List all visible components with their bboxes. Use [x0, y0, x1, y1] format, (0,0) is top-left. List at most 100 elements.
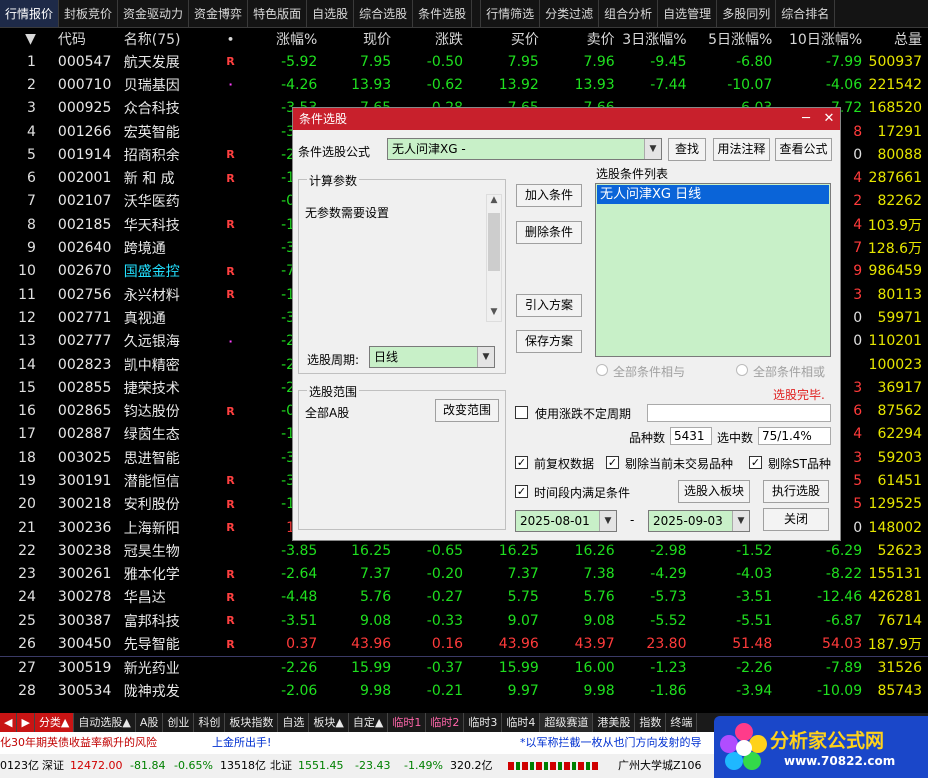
table-row[interactable]: 23 300261 雅本化学 R -2.64 7.37 -0.20 7.37 7.38 -4.29… [0, 563, 928, 586]
bottom-tab-5[interactable]: 创业 [163, 713, 195, 732]
ticker-right[interactable]: *以军称拦截一枚从也门方向发射的导 [520, 732, 702, 754]
top-tab-13[interactable]: 综合排名 [776, 0, 836, 27]
col-vol[interactable]: 总量 [862, 29, 928, 49]
bottom-tab-14[interactable]: 临时4 [502, 713, 541, 732]
col-pct[interactable]: 涨幅% [248, 29, 317, 49]
condition-list[interactable]: 无人问津XG 日线 [595, 183, 831, 357]
bottom-tab-18[interactable]: 终端 [666, 713, 698, 732]
table-row[interactable]: 25 300387 富邦科技 R -3.51 9.08 -0.33 9.07 9.08 -5.52… [0, 609, 928, 632]
top-tab-10[interactable]: 组合分析 [599, 0, 659, 27]
bottom-tab-16[interactable]: 港美股 [593, 713, 636, 732]
top-tab-1[interactable]: 封板竞价 [59, 0, 119, 27]
top-tab-8[interactable]: 行情筛选 [480, 0, 541, 27]
radio-or[interactable] [736, 364, 748, 376]
use-period-checkbox[interactable] [515, 406, 528, 419]
to-block-button[interactable]: 选股入板块 [678, 480, 750, 503]
row-index: 14 [18, 356, 36, 373]
ticker-left[interactable]: 化30年期英债收益率飙升的风险 [0, 732, 157, 754]
top-tab-6[interactable]: 综合选股 [354, 0, 414, 27]
bottom-tab-7[interactable]: 板块指数 [225, 713, 279, 732]
table-row[interactable]: 22 300238 冠昊生物 -3.85 16.25 -0.65 16.25 16.26 -2.… [0, 539, 928, 562]
pct-5d: -5.51 [736, 612, 773, 629]
col-3d[interactable]: 3日涨幅% [615, 29, 686, 49]
col-name[interactable]: 名称(75) [124, 29, 214, 49]
bottom-tab-17[interactable]: 指数 [635, 713, 667, 732]
table-row[interactable]: 26 300450 先导智能 R 0.37 43.96 0.16 43.96 43.97 23.8… [0, 632, 928, 655]
bottom-tab-1[interactable]: ▶ [17, 713, 35, 732]
view-formula-button[interactable]: 查看公式 [775, 138, 832, 161]
top-tab-12[interactable]: 多股同列 [717, 0, 777, 27]
bottom-tab-10[interactable]: 自定▲ [349, 713, 389, 732]
scroll-thumb[interactable] [488, 213, 500, 271]
bottom-tab-15[interactable]: 超级赛道 [540, 713, 594, 732]
top-tab-9[interactable]: 分类过滤 [540, 0, 600, 27]
top-tab-5[interactable]: 自选股 [307, 0, 355, 27]
stock-name: 安利股份 [123, 497, 180, 514]
top-tab-2[interactable]: 资金驱动力 [118, 0, 190, 27]
chevron-down-icon[interactable]: ▼ [599, 511, 616, 531]
close-button[interactable]: 关闭 [763, 508, 829, 531]
bottom-tab-9[interactable]: 板块▲ [309, 713, 349, 732]
bottom-tab-6[interactable]: 科创 [194, 713, 226, 732]
top-tab-0[interactable]: 行情报价 [0, 0, 60, 27]
fq-checkbox[interactable]: ✓ [515, 456, 528, 469]
minimize-icon[interactable]: ─ [795, 108, 817, 130]
location: 广州大学城Z106 [618, 759, 702, 772]
bottom-tab-2[interactable]: 分类▲ [34, 713, 75, 732]
chevron-down-icon[interactable]: ▼ [644, 139, 661, 159]
usage-button[interactable]: 用法注释 [713, 138, 770, 161]
bottom-tab-11[interactable]: 临时1 [388, 713, 427, 732]
delete-condition-button[interactable]: 删除条件 [516, 221, 582, 244]
untrade-checkbox[interactable]: ✓ [606, 456, 619, 469]
bottom-tab-8[interactable]: 自选 [278, 713, 310, 732]
find-button[interactable]: 查找 [668, 138, 706, 161]
bottom-tab-0[interactable]: ◀ [0, 713, 18, 732]
date-from-picker[interactable]: 2025-08-01 ▼ [515, 510, 617, 532]
params-scrollbar[interactable]: ▲ ▼ [486, 194, 502, 322]
bottom-tab-4[interactable]: A股 [136, 713, 164, 732]
bottom-tab-13[interactable]: 临时3 [464, 713, 503, 732]
stock-code: 002001 [57, 170, 112, 187]
col-code[interactable]: 代码 [40, 29, 124, 49]
period-input[interactable] [647, 404, 831, 422]
table-row[interactable]: 28 300534 陇神戎发 -2.06 9.98 -0.21 9.97 9.98 -1.86 -… [0, 679, 928, 702]
condition-list-item[interactable]: 无人问津XG 日线 [597, 185, 829, 204]
top-tab-11[interactable]: 自选管理 [658, 0, 718, 27]
radio-and[interactable] [596, 364, 608, 376]
col-bid[interactable]: 买价 [463, 29, 539, 49]
top-tab-7[interactable]: 条件选股 [413, 0, 473, 27]
table-row[interactable]: 2 000710 贝瑞基因 · -4.26 13.93 -0.62 13.92 13.93 -7.… [0, 73, 928, 96]
period-cond-checkbox[interactable]: ✓ [515, 485, 528, 498]
save-plan-button[interactable]: 保存方案 [516, 330, 582, 353]
table-row[interactable]: 24 300278 华昌达 R -4.48 5.76 -0.27 5.75 5.76 -5.73 -… [0, 586, 928, 609]
pct-change: -3.85 [281, 542, 318, 559]
chevron-down-icon[interactable]: ▼ [732, 511, 749, 531]
top-tab-4[interactable]: 特色版面 [248, 0, 308, 27]
run-screen-button[interactable]: 执行选股 [763, 480, 829, 503]
add-condition-button[interactable]: 加入条件 [516, 184, 582, 207]
col-change[interactable]: 涨跌 [391, 29, 463, 49]
table-row[interactable]: 27 300519 新光药业 -2.26 15.99 -0.37 15.99 16.00 -1.… [0, 655, 928, 679]
bottom-tab-12[interactable]: 临时2 [426, 713, 465, 732]
scroll-down-icon[interactable]: ▼ [488, 307, 500, 321]
period-select[interactable]: 日线 ▼ [369, 346, 495, 368]
row-index: 15 [18, 379, 36, 396]
scroll-up-icon[interactable]: ▲ [488, 195, 500, 209]
table-row[interactable]: 1 000547 航天发展 R -5.92 7.95 -0.50 7.95 7.96 -9.45 -… [0, 50, 928, 73]
stock-name: 先导智能 [123, 637, 180, 654]
col-10d[interactable]: 10日涨幅% [772, 29, 862, 49]
col-5d[interactable]: 5日涨幅% [687, 29, 772, 49]
date-to-picker[interactable]: 2025-09-03 ▼ [648, 510, 750, 532]
st-checkbox[interactable]: ✓ [749, 456, 762, 469]
sort-icon[interactable]: ▼ [0, 31, 40, 47]
bottom-tab-3[interactable]: 自动选股▲ [74, 713, 136, 732]
col-ask[interactable]: 卖价 [539, 29, 615, 49]
change-range-button[interactable]: 改变范围 [435, 399, 499, 422]
import-plan-button[interactable]: 引入方案 [516, 294, 582, 317]
close-icon[interactable]: ✕ [818, 108, 840, 130]
top-tab-3[interactable]: 资金博弈 [189, 0, 249, 27]
chevron-down-icon[interactable]: ▼ [477, 347, 494, 367]
formula-select[interactable]: 无人问津XG - ▼ [387, 138, 662, 160]
ticker-mid[interactable]: 上金所出手! [212, 732, 271, 754]
col-price[interactable]: 现价 [317, 29, 391, 49]
